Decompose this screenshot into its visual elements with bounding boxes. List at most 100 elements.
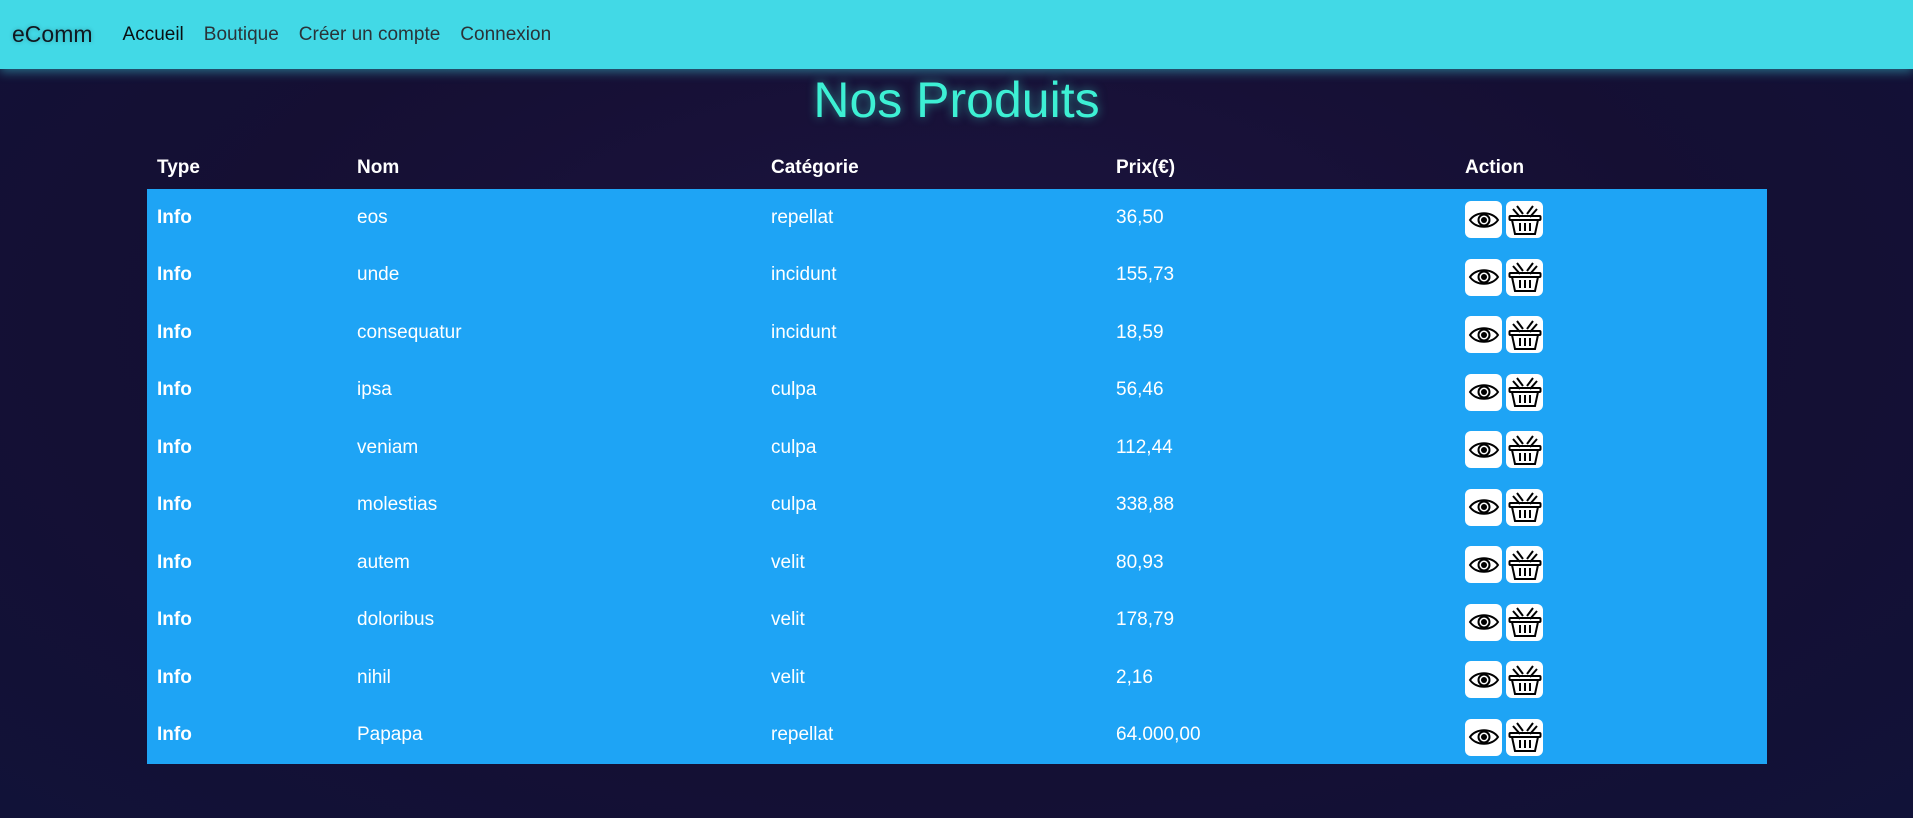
cell-category: velit — [771, 551, 805, 573]
cell-actions — [1455, 592, 1767, 650]
table-row: Info unde incidunt 155,73 — [147, 246, 1767, 305]
cell-type: Info — [157, 321, 192, 343]
cell-category: culpa — [771, 436, 817, 458]
cell-type: Info — [157, 264, 192, 286]
table-row: Info Papapa repellat 64.000,00 — [147, 706, 1767, 765]
cell-name: molestias — [357, 494, 438, 516]
header-action: Action — [1465, 156, 1525, 178]
top-navbar: eComm Accueil Boutique Créer un compte C… — [0, 0, 1913, 69]
add-to-basket-button[interactable] — [1506, 661, 1543, 699]
add-to-basket-button[interactable] — [1506, 258, 1543, 296]
view-product-button[interactable] — [1465, 258, 1502, 296]
add-to-basket-button[interactable] — [1506, 546, 1543, 584]
add-to-basket-button[interactable] — [1506, 316, 1543, 354]
cell-category: incidunt — [771, 264, 837, 286]
nav-link-boutique[interactable]: Boutique — [204, 24, 279, 46]
cell-name: eos — [357, 206, 388, 228]
view-product-button[interactable] — [1465, 201, 1502, 239]
nav-link-creer-compte[interactable]: Créer un compte — [299, 24, 441, 46]
eye-icon — [1468, 554, 1500, 576]
brand-logo-link[interactable]: eComm — [12, 21, 93, 48]
cell-type: Info — [157, 724, 192, 746]
action-buttons — [1465, 488, 1767, 526]
action-buttons — [1465, 661, 1767, 699]
view-product-button[interactable] — [1465, 373, 1502, 411]
cell-name: autem — [357, 551, 410, 573]
view-product-button[interactable] — [1465, 603, 1502, 641]
cell-type: Info — [157, 551, 192, 573]
view-product-button[interactable] — [1465, 546, 1502, 584]
action-buttons — [1465, 546, 1767, 584]
nav-link-connexion[interactable]: Connexion — [460, 24, 551, 46]
cell-actions — [1455, 247, 1767, 305]
add-to-basket-button[interactable] — [1506, 373, 1543, 411]
nav-link-accueil[interactable]: Accueil — [123, 24, 184, 46]
basket-icon — [1508, 491, 1542, 523]
eye-icon — [1468, 669, 1500, 691]
cell-actions — [1455, 362, 1767, 420]
basket-icon — [1508, 664, 1542, 696]
cell-category: repellat — [771, 206, 834, 228]
cell-actions — [1455, 304, 1767, 362]
cell-price: 64.000,00 — [1116, 724, 1201, 746]
eye-icon — [1468, 381, 1500, 403]
action-buttons — [1465, 258, 1767, 296]
basket-icon — [1508, 434, 1542, 466]
cell-name: unde — [357, 264, 400, 286]
basket-icon — [1508, 319, 1542, 351]
cell-name: veniam — [357, 436, 419, 458]
cell-category: culpa — [771, 379, 817, 401]
view-product-button[interactable] — [1465, 488, 1502, 526]
action-buttons — [1465, 201, 1767, 239]
cell-type: Info — [157, 379, 192, 401]
cell-price: 155,73 — [1116, 264, 1175, 286]
view-product-button[interactable] — [1465, 718, 1502, 756]
cell-price: 18,59 — [1116, 321, 1164, 343]
cell-category: repellat — [771, 724, 834, 746]
cell-actions — [1455, 419, 1767, 477]
cell-price: 56,46 — [1116, 379, 1164, 401]
table-row: Info nihil velit 2,16 — [147, 649, 1767, 707]
action-buttons — [1465, 603, 1767, 641]
add-to-basket-button[interactable] — [1506, 488, 1543, 526]
table-row: Info ipsa culpa 56,46 — [147, 361, 1767, 420]
cell-name: nihil — [357, 666, 391, 688]
cell-type: Info — [157, 666, 192, 688]
basket-icon — [1508, 549, 1542, 581]
cell-type: Info — [157, 436, 192, 458]
view-product-button[interactable] — [1465, 661, 1502, 699]
table-row: Info molestias culpa 338,88 — [147, 476, 1767, 534]
basket-icon — [1508, 721, 1542, 753]
basket-icon — [1508, 606, 1542, 638]
basket-icon — [1508, 261, 1542, 293]
products-table: Type Nom Catégorie Prix(€) Action Info eo… — [147, 146, 1767, 764]
view-product-button[interactable] — [1465, 431, 1502, 469]
cell-type: Info — [157, 494, 192, 516]
header-category: Catégorie — [771, 156, 859, 178]
add-to-basket-button[interactable] — [1506, 603, 1543, 641]
header-type: Type — [157, 156, 200, 178]
cell-price: 112,44 — [1116, 436, 1173, 458]
cell-price: 2,16 — [1116, 666, 1153, 688]
eye-icon — [1468, 496, 1500, 518]
cell-category: velit — [771, 609, 805, 631]
view-product-button[interactable] — [1465, 316, 1502, 354]
cell-category: velit — [771, 666, 805, 688]
header-name: Nom — [357, 156, 400, 178]
header-price: Prix(€) — [1116, 156, 1176, 178]
table-row: Info consequatur incidunt 18,59 — [147, 304, 1767, 362]
cell-actions — [1455, 649, 1767, 707]
add-to-basket-button[interactable] — [1506, 718, 1543, 756]
cell-price: 178,79 — [1116, 609, 1175, 631]
eye-icon — [1468, 611, 1500, 633]
add-to-basket-button[interactable] — [1506, 431, 1543, 469]
add-to-basket-button[interactable] — [1506, 201, 1543, 239]
eye-icon — [1468, 439, 1500, 461]
cell-type: Info — [157, 609, 192, 631]
table-row: Info doloribus velit 178,79 — [147, 591, 1767, 650]
action-buttons — [1465, 718, 1767, 756]
action-buttons — [1465, 431, 1767, 469]
basket-icon — [1508, 376, 1542, 408]
cell-type: Info — [157, 206, 192, 228]
cell-actions — [1455, 707, 1767, 765]
